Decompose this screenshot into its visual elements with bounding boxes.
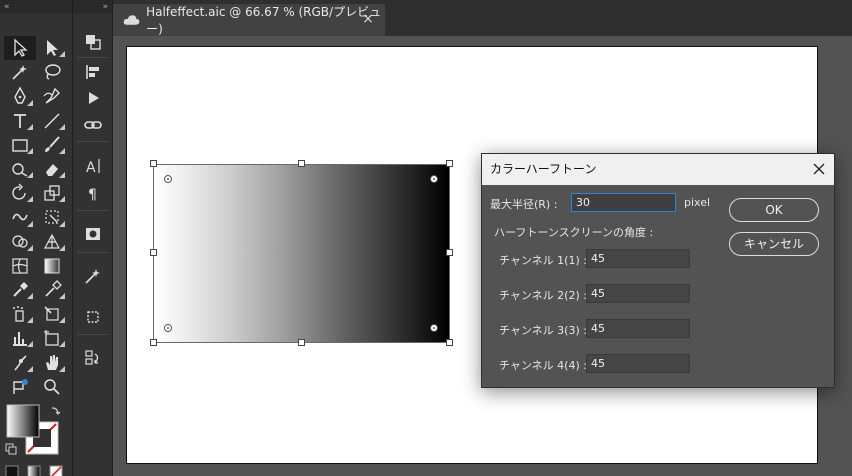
channel-4-label: チャンネル 4(4) : [499,359,587,372]
cloud-document-icon [123,15,140,25]
mesh-tool[interactable] [4,254,36,278]
align-panel-icon[interactable] [77,60,109,84]
document-tab-title: Halfeffect.aic @ 66.67 % (RGB/プレビュー) [146,5,382,36]
shaper-tool[interactable] [4,157,36,181]
rectangle-tool[interactable] [4,133,36,157]
selection-handle-bottom-center[interactable] [298,339,305,346]
channel-4-input[interactable]: 45 [586,354,690,373]
zoom-tool[interactable] [36,375,68,399]
screen-angles-label: ハーフトーンスクリーンの角度 : [494,226,654,239]
shape-builder-tool[interactable] [4,230,36,254]
selection-handle-middle-right[interactable] [446,249,453,256]
free-transform-tool[interactable] [36,205,68,229]
character-panel-icon[interactable]: A [77,154,109,178]
symbol-sprayer-tool[interactable] [4,302,36,326]
channel-2-input[interactable]: 45 [586,284,690,303]
curvature-tool[interactable] [36,84,68,108]
max-radius-label: 最大半径(R) : [490,198,558,211]
selection-handle-top-right[interactable] [446,160,453,167]
selection-handle-middle-left[interactable] [150,249,157,256]
puppet-warp-tool[interactable] [4,350,36,374]
history-panel-icon[interactable] [77,346,109,370]
scale-tool[interactable] [36,181,68,205]
channel-1-label: チャンネル 1(1) : [499,254,587,267]
gradient-tool[interactable] [36,254,68,278]
document-tab[interactable]: Halfeffect.aic @ 66.67 % (RGB/プレビュー) × [113,4,385,36]
appearance-panel-icon[interactable] [77,264,109,288]
swap-colors-icon [51,407,61,415]
rotate-tool[interactable] [4,181,36,205]
selection-handle-bottom-right[interactable] [446,339,453,346]
ok-button[interactable]: OK [729,198,819,222]
live-corner-widget[interactable] [164,324,172,332]
tools-panel-collapse[interactable]: « [0,0,72,14]
selection-handle-top-center[interactable] [298,160,305,167]
selection-tool[interactable] [4,36,36,61]
dialog-title-bar[interactable]: カラーハーフトーン [482,154,834,185]
live-corner-widget[interactable] [430,324,438,332]
type-tool[interactable] [4,109,36,133]
column-graph-tool[interactable] [4,326,36,350]
close-icon[interactable] [812,162,826,176]
hand-tool[interactable] [36,350,68,374]
max-radius-unit: pixel [684,196,711,209]
tools-panel: « [0,0,73,476]
warp-tool[interactable] [4,205,36,229]
slice-tool[interactable] [36,302,68,326]
eyedropper-tool[interactable] [36,278,68,302]
links-panel-icon[interactable] [77,113,109,137]
panel-dock-collapse[interactable]: » [73,0,112,14]
panel-dock: » A ¶ [73,0,113,476]
channel-3-label: チャンネル 3(3) : [499,324,587,337]
illustrator-window: « » A ¶ Halfeffect.aic @ 66.67 % (RGB/プレ… [0,0,852,476]
svg-text:¶: ¶ [88,187,97,203]
lasso-tool[interactable] [36,60,68,84]
perspective-grid-tool[interactable] [36,230,68,254]
artboard-tool[interactable] [36,326,68,350]
fill-swatch-front [6,404,40,438]
color-halftone-dialog: カラーハーフトーン 最大半径(R) : 30 pixel ハーフトーンスクリーン… [481,153,835,388]
selection-handle-bottom-left[interactable] [150,339,157,346]
gradient-rectangle[interactable] [153,164,450,343]
live-corner-widget[interactable] [430,175,438,183]
eyedropper-tool-left[interactable] [4,278,36,302]
document-tab-bar: Halfeffect.aic @ 66.67 % (RGB/プレビュー) × [113,0,852,36]
color-swatches [0,400,72,476]
direct-selection-tool[interactable] [36,36,68,60]
transform-panel-icon[interactable] [77,222,109,246]
pathfinder-panel-icon[interactable] [77,30,109,54]
artboards-panel-icon[interactable] [77,305,109,329]
pen-tool[interactable] [4,84,36,108]
tool-grid [4,36,68,399]
eraser-tool[interactable] [36,157,68,181]
paragraph-panel-icon[interactable]: ¶ [77,181,109,205]
max-radius-input[interactable]: 30 [571,193,676,212]
actions-panel-icon[interactable] [77,86,109,110]
live-corner-widget[interactable] [164,175,172,183]
magic-wand-tool[interactable] [4,60,36,84]
svg-text:A: A [86,160,96,176]
cancel-button[interactable]: キャンセル [729,232,819,256]
channel-2-label: チャンネル 2(2) : [499,289,587,302]
pin-tool[interactable] [4,375,36,399]
gradient-mode-icon [27,465,41,476]
dialog-title: カラーハーフトーン [490,162,597,176]
channel-3-input[interactable]: 45 [586,319,690,338]
paintbrush-tool[interactable] [36,133,68,157]
color-mode-icon [5,465,19,476]
channel-1-input[interactable]: 45 [586,249,690,268]
document-tab-close-icon[interactable]: × [361,12,375,26]
selection-handle-top-left[interactable] [150,160,157,167]
line-segment-tool[interactable] [36,109,68,133]
